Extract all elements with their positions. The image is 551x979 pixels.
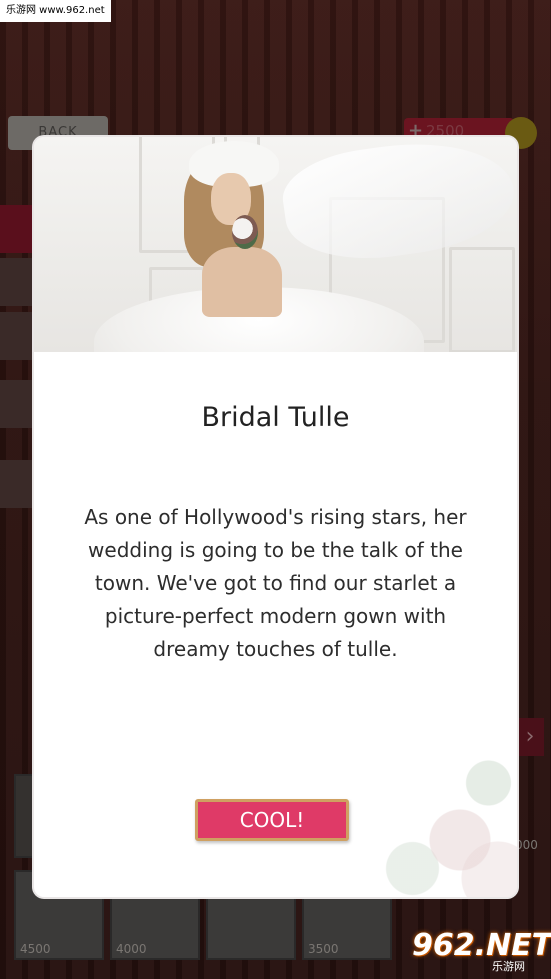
floral-decoration xyxy=(327,707,517,897)
item-price: 4500 xyxy=(20,942,51,956)
next-arrow-button[interactable]: › xyxy=(516,718,544,756)
bride-photo xyxy=(34,137,517,352)
dialog-description: As one of Hollywood's rising stars, her … xyxy=(84,505,467,661)
category-tab-1[interactable] xyxy=(0,205,36,253)
logo-text: 962.NET xyxy=(412,928,551,963)
category-tab-3[interactable] xyxy=(0,312,36,360)
item-price: 4000 xyxy=(116,942,147,956)
category-tab-2[interactable] xyxy=(0,258,36,306)
cool-button[interactable]: COOL! xyxy=(195,799,349,841)
site-logo-watermark: 962.NET 乐游网 xyxy=(412,928,551,973)
item-price: 3500 xyxy=(308,942,339,956)
item-price: 000 xyxy=(515,838,538,852)
category-tab-5[interactable] xyxy=(0,460,36,508)
logo-subtext: 乐游网 xyxy=(492,960,525,973)
outfit-info-dialog: Bridal Tulle As one of Hollywood's risin… xyxy=(34,137,517,897)
site-watermark: 乐游网 www.962.net xyxy=(0,0,111,22)
category-tab-4[interactable] xyxy=(0,380,36,428)
dialog-title: Bridal Tulle xyxy=(201,402,350,433)
